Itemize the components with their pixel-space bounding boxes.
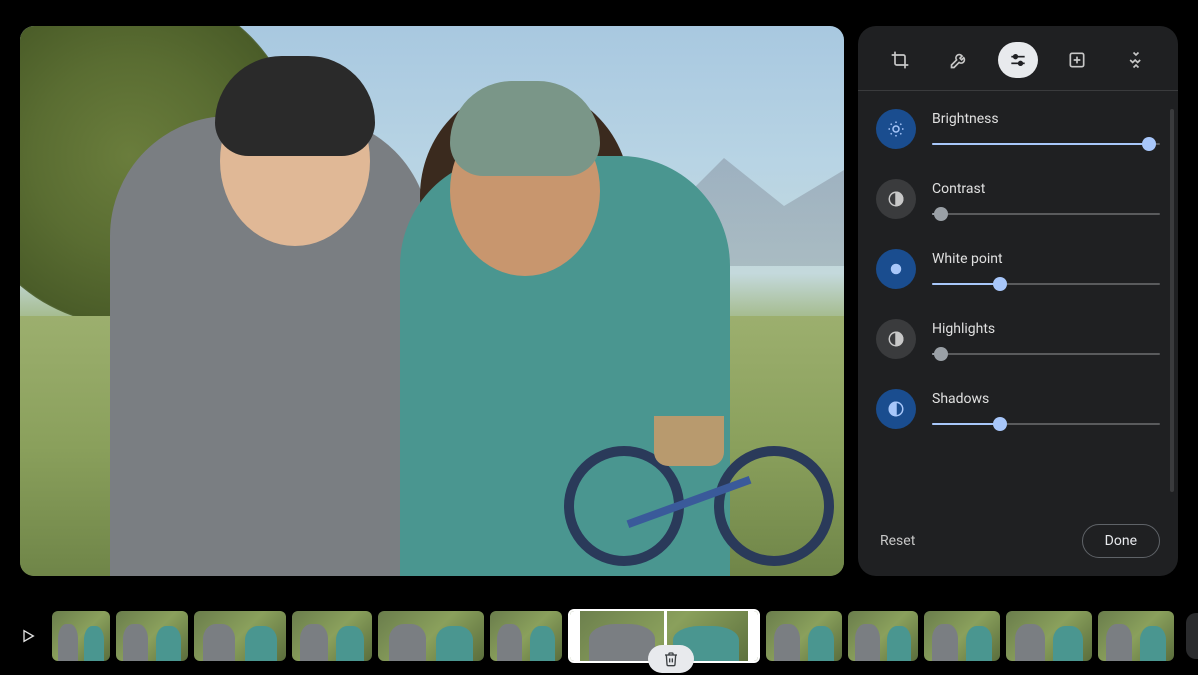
play-button[interactable]	[14, 622, 42, 650]
highlights-icon[interactable]	[876, 319, 916, 359]
adjustment-body: White point	[932, 249, 1160, 291]
adjustment-slider[interactable]	[932, 137, 1160, 151]
trash-icon	[663, 651, 679, 667]
timeline-clip[interactable]	[194, 611, 286, 661]
preview-decor	[450, 81, 600, 176]
timeline-clip[interactable]	[924, 611, 1000, 661]
contrast-icon[interactable]	[876, 179, 916, 219]
clip-strip[interactable]	[52, 609, 1174, 663]
adjustment-label: White point	[932, 251, 1160, 267]
timeline-clip[interactable]	[116, 611, 188, 661]
panel-footer: Reset Done	[858, 510, 1178, 576]
adjustment-label: Highlights	[932, 321, 1160, 337]
play-icon	[20, 628, 36, 644]
adjustment-body: Brightness	[932, 109, 1160, 151]
adjustment-list: Brightness Contrast White point Highlights S…	[858, 91, 1178, 510]
adjustment-row: White point	[876, 249, 1160, 291]
adjustment-slider[interactable]	[932, 277, 1160, 291]
adjustment-label: Brightness	[932, 111, 1160, 127]
photo-editor-app: Brightness Contrast White point Highlights S…	[0, 0, 1198, 675]
scrollbar[interactable]	[1170, 109, 1174, 492]
timeline-clip[interactable]	[52, 611, 110, 661]
preview-decor	[215, 56, 375, 156]
reset-button[interactable]: Reset	[876, 525, 919, 557]
tools-icon	[949, 50, 969, 70]
tool-tabs	[858, 26, 1178, 91]
adjustment-body: Highlights	[932, 319, 1160, 361]
timeline-clip[interactable]	[292, 611, 372, 661]
adjustment-row: Contrast	[876, 179, 1160, 221]
filters-icon	[1067, 50, 1087, 70]
edit-panel: Brightness Contrast White point Highlights S…	[858, 26, 1178, 576]
timeline-clip[interactable]	[1006, 611, 1092, 661]
shadows-icon[interactable]	[876, 389, 916, 429]
adjustment-slider[interactable]	[932, 207, 1160, 221]
brightness-icon[interactable]	[876, 109, 916, 149]
crop-icon	[890, 50, 910, 70]
adjustment-row: Brightness	[876, 109, 1160, 151]
adjustment-slider[interactable]	[932, 347, 1160, 361]
adjustment-label: Shadows	[932, 391, 1160, 407]
add-clip-button[interactable]	[1186, 613, 1198, 659]
adjustment-label: Contrast	[932, 181, 1160, 197]
adjustment-body: Contrast	[932, 179, 1160, 221]
adjustment-row: Shadows	[876, 389, 1160, 431]
timeline-clip[interactable]	[766, 611, 842, 661]
timeline-clip[interactable]	[848, 611, 918, 661]
tab-markup[interactable]	[1116, 42, 1156, 78]
adjust-icon	[1008, 50, 1028, 70]
preview-decor	[564, 386, 804, 566]
timeline-clip[interactable]	[490, 611, 562, 661]
tab-adjust[interactable]	[998, 42, 1038, 78]
whitepoint-icon[interactable]	[876, 249, 916, 289]
delete-clip-button[interactable]	[648, 645, 694, 673]
tab-crop[interactable]	[880, 42, 920, 78]
timeline-clip[interactable]	[378, 611, 484, 661]
timeline	[0, 597, 1198, 675]
markup-icon	[1126, 50, 1146, 70]
adjustment-body: Shadows	[932, 389, 1160, 431]
preview-image[interactable]	[20, 26, 844, 576]
adjustment-slider[interactable]	[932, 417, 1160, 431]
adjustment-row: Highlights	[876, 319, 1160, 361]
tab-tools[interactable]	[939, 42, 979, 78]
done-button[interactable]: Done	[1082, 524, 1160, 558]
tab-filters[interactable]	[1057, 42, 1097, 78]
timeline-clip[interactable]	[1098, 611, 1174, 661]
